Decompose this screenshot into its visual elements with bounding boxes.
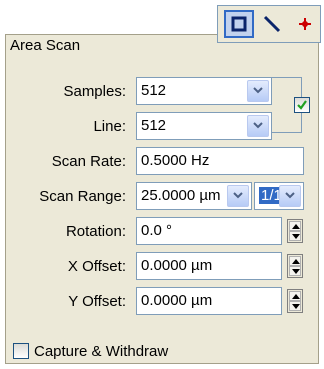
line-tool-button[interactable] bbox=[257, 10, 287, 38]
group-title: Area Scan bbox=[10, 37, 81, 54]
samples-dropdown-button[interactable] bbox=[247, 80, 269, 102]
capture-withdraw-checkbox[interactable] bbox=[13, 343, 29, 359]
checkmark-icon bbox=[297, 100, 307, 110]
rotation-input[interactable]: 0.0 ° bbox=[136, 217, 282, 245]
arrow-down-icon bbox=[292, 234, 300, 239]
y-offset-input[interactable]: 0.0000 µm bbox=[136, 287, 282, 315]
samples-value: 512 bbox=[141, 82, 167, 99]
x-offset-increment[interactable] bbox=[289, 256, 301, 266]
arrow-down-icon bbox=[292, 269, 300, 274]
scan-shape-toolbar bbox=[217, 5, 321, 43]
crosshair-icon bbox=[299, 18, 311, 30]
samples-label: Samples: bbox=[63, 83, 126, 100]
line-dropdown-button[interactable] bbox=[247, 115, 269, 137]
x-offset-decrement[interactable] bbox=[289, 266, 301, 276]
point-tool-button[interactable] bbox=[290, 10, 320, 38]
scan-range-dropdown-button[interactable] bbox=[227, 185, 249, 207]
scan-range-label: Scan Range: bbox=[39, 188, 126, 205]
arrow-up-icon bbox=[292, 294, 300, 299]
rotation-increment[interactable] bbox=[289, 221, 301, 231]
arrow-up-icon bbox=[292, 224, 300, 229]
rotation-decrement[interactable] bbox=[289, 231, 301, 241]
line-label: Line: bbox=[93, 118, 126, 135]
rectangle-tool-button[interactable] bbox=[224, 10, 254, 38]
scan-range-ratio-select[interactable]: 1/1 bbox=[254, 182, 304, 210]
scan-rate-label: Scan Rate: bbox=[51, 153, 126, 170]
y-offset-decrement[interactable] bbox=[289, 301, 301, 311]
chevron-down-icon bbox=[253, 122, 263, 129]
x-offset-label: X Offset: bbox=[67, 258, 126, 275]
chevron-down-icon bbox=[253, 87, 263, 94]
scan-rate-input[interactable]: 0.5000 Hz bbox=[136, 147, 304, 175]
x-offset-spinner[interactable] bbox=[287, 254, 303, 278]
y-offset-increment[interactable] bbox=[289, 291, 301, 301]
samples-select[interactable]: 512 bbox=[136, 77, 272, 105]
link-samples-line-checkbox[interactable] bbox=[294, 97, 310, 113]
x-offset-input[interactable]: 0.0000 µm bbox=[136, 252, 282, 280]
square-icon bbox=[231, 16, 247, 32]
diagonal-line-icon bbox=[263, 15, 281, 33]
rotation-label: Rotation: bbox=[65, 223, 126, 240]
line-select[interactable]: 512 bbox=[136, 112, 272, 140]
y-offset-spinner[interactable] bbox=[287, 289, 303, 313]
arrow-down-icon bbox=[292, 304, 300, 309]
chevron-down-icon bbox=[285, 192, 295, 199]
ratio-dropdown-button[interactable] bbox=[279, 185, 301, 207]
rotation-spinner[interactable] bbox=[287, 219, 303, 243]
scan-range-select[interactable]: 25.0000 µm bbox=[136, 182, 252, 210]
line-value: 512 bbox=[141, 117, 167, 134]
chevron-down-icon bbox=[233, 192, 243, 199]
scan-range-value: 25.0000 µm bbox=[141, 187, 221, 204]
capture-withdraw-label[interactable]: Capture & Withdraw bbox=[34, 343, 168, 360]
arrow-up-icon bbox=[292, 259, 300, 264]
y-offset-label: Y Offset: bbox=[68, 293, 126, 310]
